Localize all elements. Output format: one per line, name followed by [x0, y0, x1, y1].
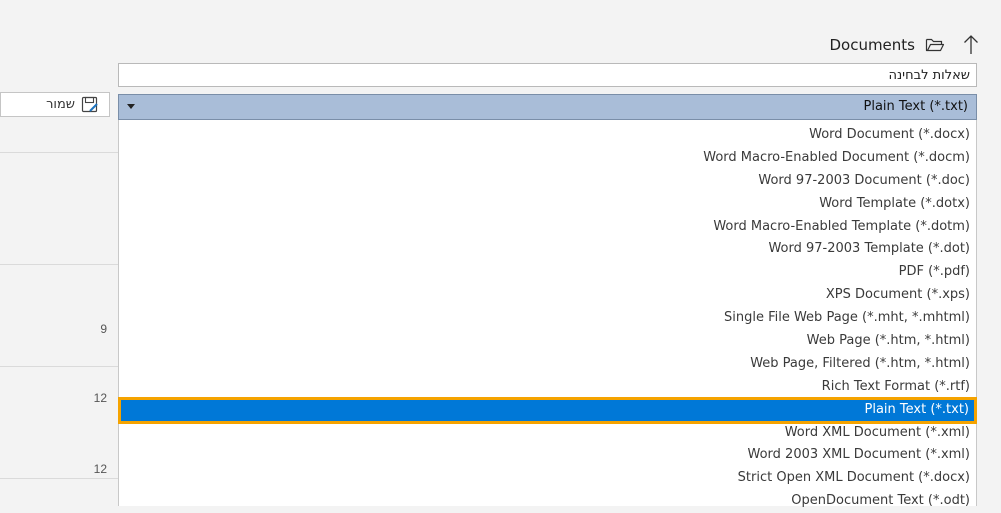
file-type-option[interactable]: Strict Open XML Document (*.docx): [119, 467, 976, 490]
file-type-option[interactable]: Word Macro-Enabled Template (*.dotm): [119, 216, 976, 239]
file-type-option[interactable]: Single File Web Page (*.mht, *.mhtml): [119, 307, 976, 330]
file-type-option[interactable]: Rich Text Format (*.rtf): [119, 376, 976, 399]
divider: [0, 478, 118, 479]
save-button-label: שמור: [46, 97, 75, 112]
file-type-options-list[interactable]: Word Document (*.docx) Word Macro-Enable…: [118, 120, 977, 508]
divider: [0, 366, 118, 367]
chevron-down-icon[interactable]: [127, 104, 135, 109]
file-type-option[interactable]: PDF (*.pdf): [119, 261, 976, 284]
recent-files-pane: 9 12 12: [0, 0, 118, 506]
file-type-option[interactable]: Word 97-2003 Document (*.doc): [119, 170, 976, 193]
folder-open-icon[interactable]: [925, 36, 945, 54]
file-type-option[interactable]: XPS Document (*.xps): [119, 284, 976, 307]
divider: [0, 264, 118, 265]
file-type-option[interactable]: Web Page (*.htm, *.html): [119, 330, 976, 353]
file-name-input[interactable]: [118, 63, 977, 87]
file-type-option[interactable]: Word 97-2003 Template (*.dot): [119, 238, 976, 261]
file-type-option[interactable]: OpenDocument Text (*.odt): [119, 490, 976, 513]
file-type-option[interactable]: Word Macro-Enabled Document (*.docm): [119, 147, 976, 170]
file-type-dropdown[interactable]: Plain Text (*.txt): [118, 94, 977, 120]
save-button[interactable]: שמור: [0, 92, 110, 117]
location-label[interactable]: Documents: [829, 36, 915, 54]
item-count-label: 12: [93, 462, 107, 476]
arrow-up-icon[interactable]: [963, 34, 979, 56]
save-icon: [81, 96, 99, 114]
file-type-option[interactable]: Word XML Document (*.xml): [119, 422, 976, 445]
file-type-selected-value: Plain Text (*.txt): [863, 99, 969, 114]
location-bar: Documents: [829, 33, 979, 57]
file-type-option[interactable]: Word Template (*.dotx): [119, 193, 976, 216]
file-type-option[interactable]: Web Page, Filtered (*.htm, *.html): [119, 353, 976, 376]
item-count-label: 12: [93, 391, 107, 405]
item-count-label: 9: [100, 322, 107, 336]
file-type-option-selected[interactable]: Plain Text (*.txt): [118, 396, 977, 424]
file-type-option[interactable]: Word Document (*.docx): [119, 124, 976, 147]
file-type-option[interactable]: Word 2003 XML Document (*.xml): [119, 444, 976, 467]
divider: [0, 152, 118, 153]
